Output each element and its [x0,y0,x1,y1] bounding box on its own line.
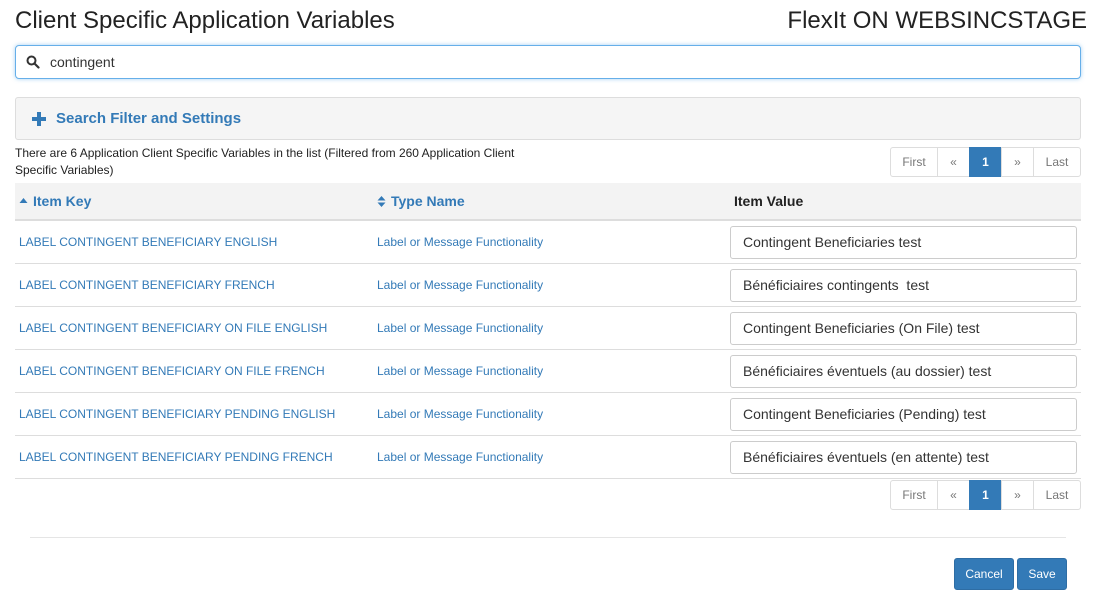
item-key-link[interactable]: LABEL CONTINGENT BENEFICIARY ENGLISH [15,235,371,249]
item-key-link[interactable]: LABEL CONTINGENT BENEFICIARY FRENCH [15,278,371,292]
column-header-type-name[interactable]: Type Name [371,193,730,209]
item-key-link[interactable]: LABEL CONTINGENT BENEFICIARY PENDING ENG… [15,407,371,421]
item-value-input[interactable] [730,268,1077,302]
save-button[interactable]: Save [1017,558,1067,590]
item-value-input[interactable] [730,397,1077,431]
type-name-link[interactable]: Label or Message Functionality [371,364,730,378]
item-value-input[interactable] [730,354,1077,388]
results-summary: There are 6 Application Client Specific … [15,146,515,177]
pagination-prev[interactable]: « [937,147,970,177]
table-row: LABEL CONTINGENT BENEFICIARY PENDING ENG… [15,393,1081,436]
pagination-first[interactable]: First [890,480,938,510]
divider [30,537,1066,538]
column-label-type-name: Type Name [391,193,465,209]
sort-asc-icon [19,197,28,203]
search-input[interactable] [46,48,1080,76]
page-title: Client Specific Application Variables [15,7,395,34]
item-value-input[interactable] [730,225,1077,259]
item-key-link[interactable]: LABEL CONTINGENT BENEFICIARY ON FILE FRE… [15,364,371,378]
type-name-link[interactable]: Label or Message Functionality [371,278,730,292]
column-label-item-key: Item Key [33,193,92,209]
search-filter-toggle[interactable]: Search Filter and Settings [15,97,1081,140]
pagination-last[interactable]: Last [1033,147,1081,177]
pagination-last[interactable]: Last [1033,480,1081,510]
column-header-item-key[interactable]: Item Key [15,193,371,209]
table-row: LABEL CONTINGENT BENEFICIARY ENGLISH Lab… [15,221,1081,264]
pagination-first[interactable]: First [890,147,938,177]
pagination-next[interactable]: » [1001,147,1034,177]
pagination-page-1[interactable]: 1 [969,480,1002,510]
item-value-input[interactable] [730,311,1077,345]
pagination-bottom: First « 1 » Last [890,480,1081,510]
type-name-link[interactable]: Label or Message Functionality [371,450,730,464]
cancel-button[interactable]: Cancel [954,558,1014,590]
search-filter-label: Search Filter and Settings [56,110,242,127]
environment-title: FlexIt ON WEBSINCSTAGE [787,7,1087,34]
column-header-item-value: Item Value [734,193,804,209]
sort-icon [377,195,386,207]
table-row: LABEL CONTINGENT BENEFICIARY FRENCH Labe… [15,264,1081,307]
search-icon [26,55,40,69]
table-row: LABEL CONTINGENT BENEFICIARY ON FILE FRE… [15,350,1081,393]
pagination-top: First « 1 » Last [890,147,1081,177]
type-name-link[interactable]: Label or Message Functionality [371,235,730,249]
table-row: LABEL CONTINGENT BENEFICIARY PENDING FRE… [15,436,1081,479]
item-key-link[interactable]: LABEL CONTINGENT BENEFICIARY ON FILE ENG… [15,321,371,335]
table-row: LABEL CONTINGENT BENEFICIARY ON FILE ENG… [15,307,1081,350]
search-box [15,45,1081,79]
table-header: Item Key Type Name Item Value [15,183,1081,221]
pagination-page-1[interactable]: 1 [969,147,1002,177]
plus-icon [32,111,46,126]
item-key-link[interactable]: LABEL CONTINGENT BENEFICIARY PENDING FRE… [15,450,371,464]
variables-table: Item Key Type Name Item Value LABEL CONT… [15,183,1081,479]
type-name-link[interactable]: Label or Message Functionality [371,407,730,421]
pagination-prev[interactable]: « [937,480,970,510]
item-value-input[interactable] [730,440,1077,474]
type-name-link[interactable]: Label or Message Functionality [371,321,730,335]
pagination-next[interactable]: » [1001,480,1034,510]
